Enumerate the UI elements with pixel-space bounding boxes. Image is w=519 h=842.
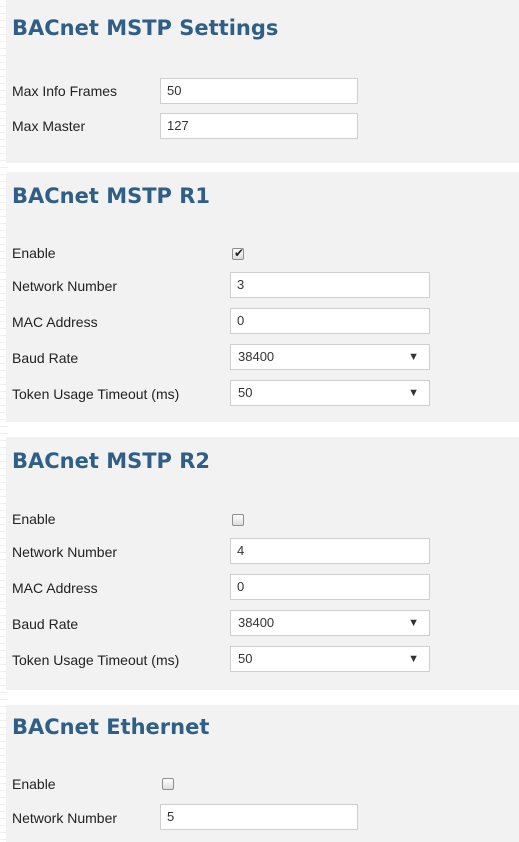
token-timeout-label: Token Usage Timeout (ms) — [12, 652, 180, 668]
dropdown-arrow-icon: ▼ — [408, 351, 419, 363]
section-title: BACnet Ethernet — [12, 715, 210, 739]
network-number-input[interactable]: 5 — [160, 804, 358, 830]
section-title: BACnet MSTP R2 — [12, 449, 211, 473]
network-number-label: Network Number — [12, 544, 118, 560]
enable-checkbox[interactable] — [162, 778, 174, 790]
dropdown-arrow-icon: ▼ — [408, 387, 419, 399]
network-number-input[interactable]: 3 — [230, 272, 430, 298]
mac-address-label: MAC Address — [12, 314, 98, 330]
token-timeout-select[interactable]: 50 ▼ — [230, 646, 430, 672]
enable-checkbox[interactable] — [232, 514, 244, 526]
mstp-settings-panel: BACnet MSTP Settings Max Info Frames 50 … — [6, 0, 519, 163]
ethernet-panel: BACnet Ethernet Enable Network Number 5 — [6, 705, 519, 842]
baud-rate-value: 38400 — [238, 615, 275, 630]
mstp-r1-panel: BACnet MSTP R1 Enable ✔ Network Number 3… — [6, 172, 519, 422]
max-info-frames-input[interactable]: 50 — [160, 78, 358, 104]
dropdown-arrow-icon: ▼ — [408, 617, 419, 629]
network-number-input[interactable]: 4 — [230, 538, 430, 564]
max-master-label: Max Master — [12, 118, 86, 134]
dropdown-arrow-icon: ▼ — [408, 653, 419, 665]
enable-checkbox[interactable]: ✔ — [232, 246, 245, 260]
token-timeout-label: Token Usage Timeout (ms) — [12, 386, 180, 402]
baud-rate-label: Baud Rate — [12, 616, 79, 632]
baud-rate-value: 38400 — [238, 349, 275, 364]
enable-label: Enable — [12, 511, 56, 527]
network-number-label: Network Number — [12, 278, 118, 294]
mstp-r2-panel: BACnet MSTP R2 Enable Network Number 4 M… — [6, 437, 519, 690]
mac-address-input[interactable]: 0 — [230, 574, 430, 600]
token-timeout-select[interactable]: 50 ▼ — [230, 380, 430, 406]
enable-label: Enable — [12, 245, 56, 261]
token-timeout-value: 50 — [238, 651, 253, 666]
mac-address-input[interactable]: 0 — [230, 308, 430, 334]
section-title: BACnet MSTP R1 — [12, 184, 211, 208]
section-title: BACnet MSTP Settings — [12, 16, 279, 40]
enable-label: Enable — [12, 776, 56, 792]
check-icon: ✔ — [234, 246, 245, 260]
baud-rate-label: Baud Rate — [12, 350, 79, 366]
max-master-input[interactable]: 127 — [160, 113, 358, 139]
max-info-frames-label: Max Info Frames — [12, 83, 118, 99]
network-number-label: Network Number — [12, 810, 118, 826]
baud-rate-select[interactable]: 38400 ▼ — [230, 610, 430, 636]
token-timeout-value: 50 — [238, 385, 253, 400]
mac-address-label: MAC Address — [12, 580, 98, 596]
baud-rate-select[interactable]: 38400 ▼ — [230, 344, 430, 370]
